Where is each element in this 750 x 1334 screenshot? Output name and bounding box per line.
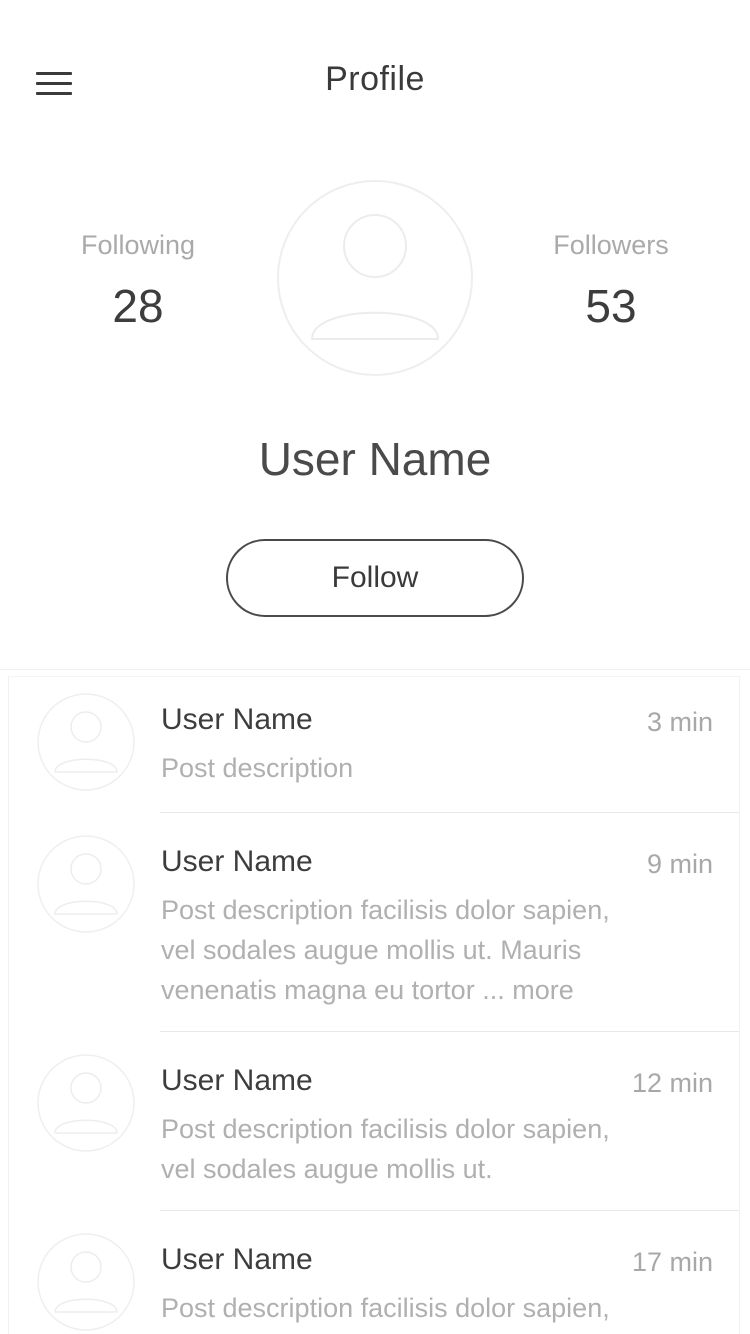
profile-screen: Profile Following 28 Followers 53 User N… [0, 0, 750, 1334]
followers-stat[interactable]: Followers 53 [511, 228, 711, 334]
post-description: Post description facilisis dolor sapien,… [161, 1109, 681, 1189]
post-time: 17 min [631, 1247, 713, 1277]
post-description-line: vel sodales augue mollis ut. [161, 1154, 493, 1184]
post-divider [160, 1031, 739, 1032]
user-avatar-icon [37, 693, 135, 791]
profile-user-name: User Name [258, 433, 492, 485]
post-time: 3 min [646, 707, 713, 737]
follow-button[interactable]: Follow [226, 539, 524, 617]
post-divider [160, 812, 739, 813]
post-author[interactable]: User Name [161, 843, 313, 881]
followers-label: Followers [553, 230, 669, 260]
user-avatar-icon [37, 1233, 135, 1331]
following-stat[interactable]: Following 28 [38, 228, 238, 334]
user-avatar-icon [37, 1054, 135, 1152]
divider [0, 669, 750, 670]
user-avatar-icon [277, 180, 473, 376]
following-count: 28 [112, 280, 164, 332]
post-time: 12 min [631, 1068, 713, 1098]
post-description: Post description facilisis dolor sapien,… [161, 890, 681, 1010]
post-description-line: Post description [161, 753, 354, 783]
post-description-line: Post description facilisis dolor sapien, [161, 1114, 610, 1144]
post-author[interactable]: User Name [161, 701, 313, 739]
followers-count: 53 [585, 280, 637, 332]
post-description-line[interactable]: venenatis magna eu tortor ... more [161, 970, 681, 1010]
user-avatar-icon [37, 835, 135, 933]
post-feed: User Name 3 min Post description User Na… [8, 676, 740, 1334]
post-description-line: vel sodales augue mollis ut. Mauris [161, 935, 582, 965]
post-description-line: Post description facilisis dolor sapien, [161, 1293, 610, 1323]
page-title: Profile [325, 60, 425, 98]
post-description: Post description facilisis dolor sapien, [161, 1288, 681, 1328]
post-description: Post description [161, 748, 681, 788]
following-label: Following [80, 230, 196, 260]
post-author[interactable]: User Name [161, 1062, 313, 1100]
post-author[interactable]: User Name [161, 1241, 313, 1279]
post-divider [160, 1210, 739, 1211]
post-description-line: Post description facilisis dolor sapien, [161, 895, 610, 925]
post-time: 9 min [646, 849, 713, 879]
